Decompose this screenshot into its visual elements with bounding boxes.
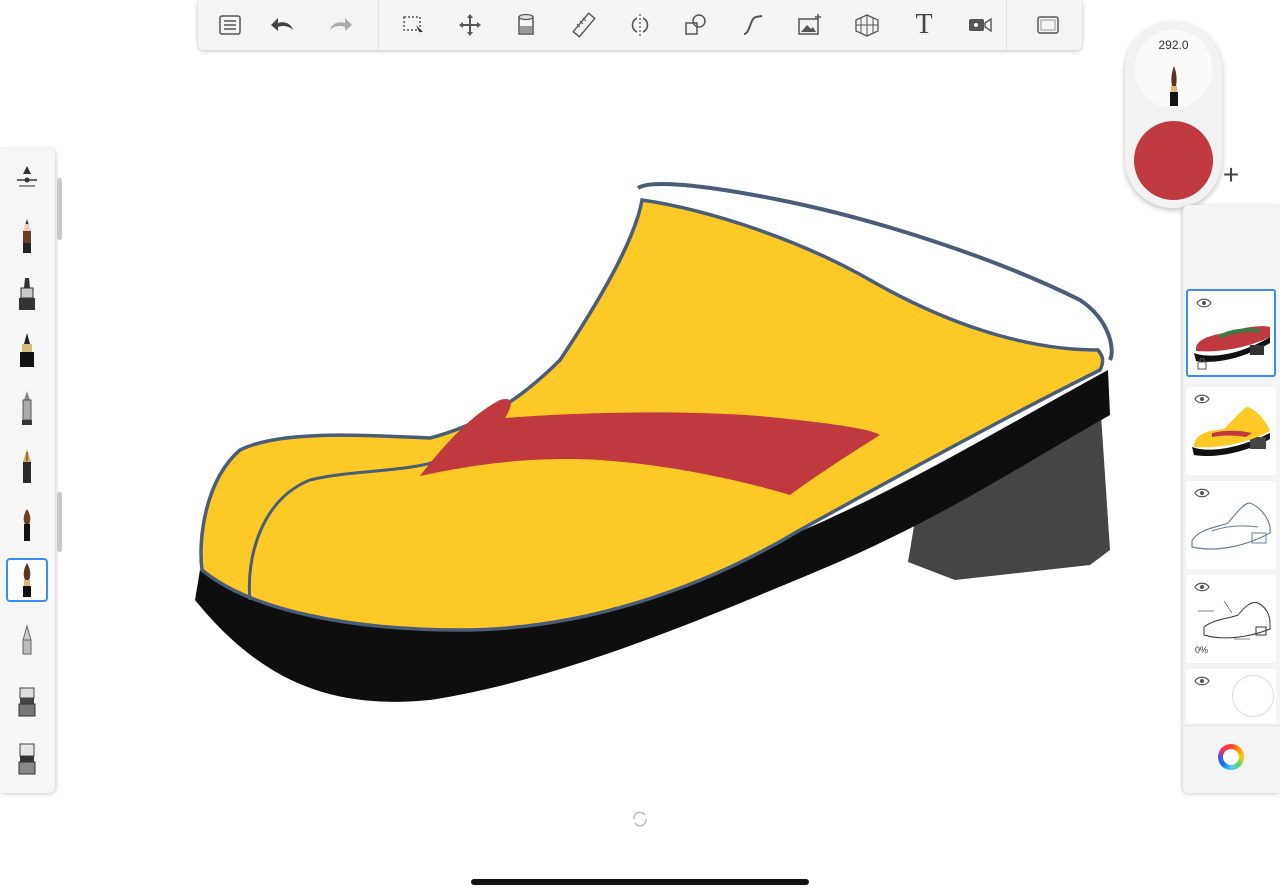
- brush-scroll-indicator-lower[interactable]: [57, 492, 62, 552]
- layers-panel: 0%: [1183, 205, 1280, 793]
- background-color-swatch[interactable]: [1232, 675, 1274, 717]
- top-toolbar: T: [198, 0, 1082, 50]
- undo-icon[interactable]: [262, 6, 302, 44]
- paint-brush-icon[interactable]: [6, 502, 48, 546]
- layers-divider: [1183, 725, 1280, 726]
- layer-line-sketch[interactable]: [1186, 481, 1276, 569]
- smudge-tool-icon[interactable]: [6, 678, 48, 722]
- timelapse-record-icon[interactable]: [960, 6, 1000, 44]
- visibility-eye-icon[interactable]: [1194, 675, 1210, 687]
- curve-icon[interactable]: [733, 6, 773, 44]
- text-icon[interactable]: T: [904, 6, 944, 44]
- drawing-canvas[interactable]: [180, 160, 1140, 720]
- current-brush-icon: [1170, 66, 1178, 106]
- layer-strap[interactable]: [1186, 289, 1276, 377]
- perspective-grid-icon[interactable]: [847, 6, 887, 44]
- layer-background[interactable]: [1186, 669, 1276, 723]
- airbrush-icon[interactable]: [6, 386, 48, 430]
- brush-scroll-indicator[interactable]: [57, 178, 62, 240]
- ink-pen-brush-icon[interactable]: [6, 328, 48, 372]
- color-wheel-icon[interactable]: [1218, 744, 1244, 770]
- sync-icon: [633, 811, 647, 827]
- layer-thumbnail: [1191, 502, 1271, 550]
- redo-icon[interactable]: [321, 6, 361, 44]
- ruler-icon[interactable]: [564, 6, 604, 44]
- brush-size-control[interactable]: 292.0: [1133, 28, 1214, 110]
- import-image-icon[interactable]: [790, 6, 830, 44]
- symmetry-icon[interactable]: [620, 6, 660, 44]
- brush-palette: [0, 148, 55, 793]
- paint-brush-selected-icon[interactable]: [6, 558, 48, 602]
- brush-size-value: 292.0: [1158, 38, 1189, 52]
- brush-puck[interactable]: 292.0: [1125, 22, 1222, 208]
- hard-eraser-icon[interactable]: [6, 736, 48, 780]
- brush-properties-icon[interactable]: [6, 154, 48, 198]
- selection-icon[interactable]: [394, 6, 434, 44]
- transform-icon[interactable]: [450, 6, 490, 44]
- soft-eraser-icon[interactable]: [6, 618, 48, 662]
- layer-thumbnail: [1192, 407, 1270, 457]
- add-layer-button[interactable]: +: [1216, 160, 1246, 190]
- text-tool-label: T: [915, 9, 933, 40]
- fountain-pen-brush-icon[interactable]: [6, 444, 48, 488]
- shapes-icon[interactable]: [676, 6, 716, 44]
- home-indicator[interactable]: [471, 879, 809, 885]
- visibility-eye-icon[interactable]: [1194, 581, 1210, 593]
- layer-reference[interactable]: 0%: [1186, 575, 1276, 663]
- layer-opacity-label: 0%: [1195, 645, 1209, 655]
- pencil-brush-icon[interactable]: [6, 214, 48, 258]
- fullscreen-icon[interactable]: [1028, 6, 1068, 44]
- layer-sole-color[interactable]: [1186, 387, 1276, 475]
- layer-thumbnail: [1198, 600, 1271, 640]
- alpha-lock-icon[interactable]: [1197, 358, 1207, 370]
- current-color-swatch[interactable]: [1134, 121, 1213, 200]
- marker-brush-icon[interactable]: [6, 272, 48, 316]
- fill-bucket-icon[interactable]: [506, 6, 546, 44]
- gallery-list-icon[interactable]: [210, 6, 250, 44]
